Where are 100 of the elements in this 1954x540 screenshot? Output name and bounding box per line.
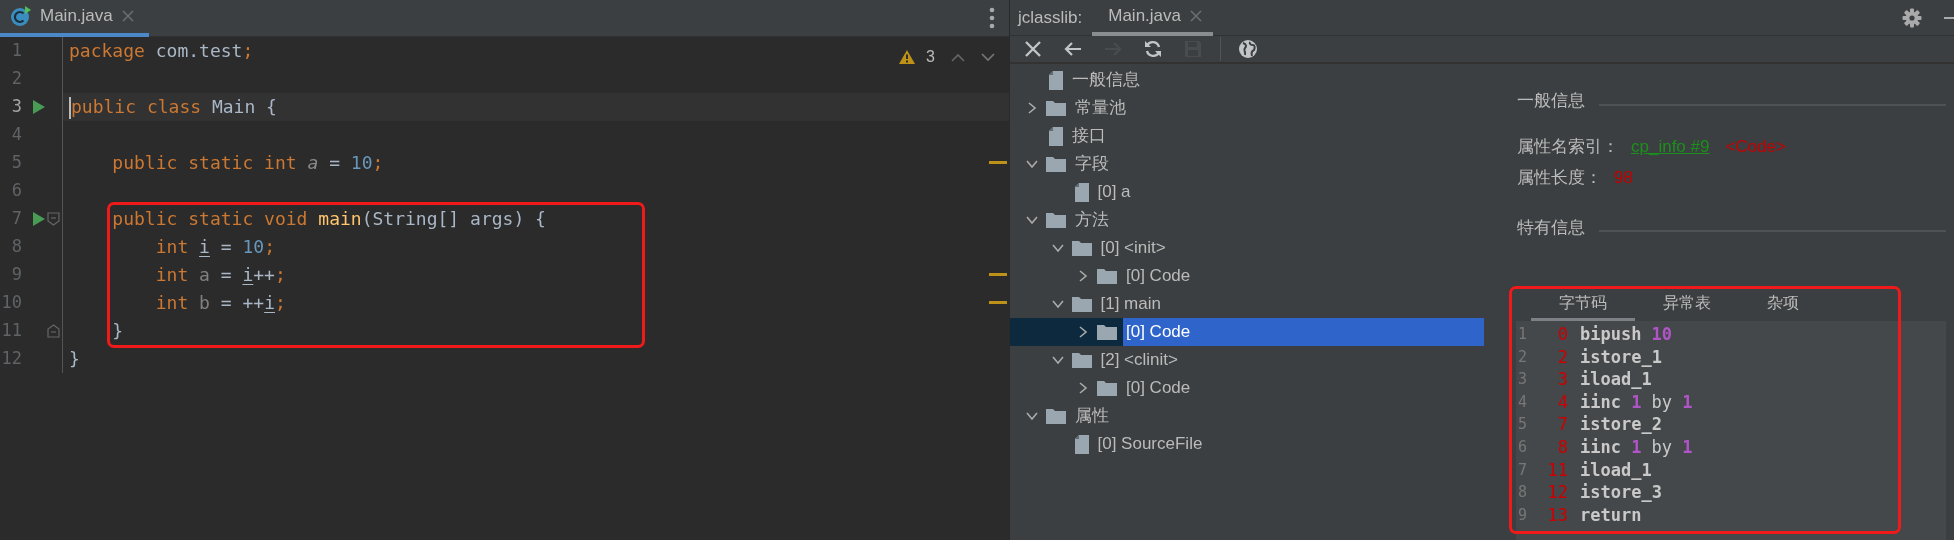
code-token: int bbox=[155, 264, 189, 285]
code-token: ; bbox=[372, 152, 384, 173]
code-token: = bbox=[220, 264, 232, 285]
line-number: 10 bbox=[0, 291, 22, 315]
file-icon bbox=[1049, 126, 1063, 146]
folder-icon bbox=[1046, 100, 1066, 116]
tree-item[interactable]: [0] Code bbox=[1123, 262, 1194, 290]
section-heading: 特有信息 bbox=[1517, 216, 1585, 239]
instruction-operand: by bbox=[1651, 435, 1673, 459]
code-token: static bbox=[188, 152, 254, 173]
code-token: class bbox=[146, 96, 202, 117]
bytecode-offset: 3 bbox=[1556, 368, 1568, 391]
file-icon bbox=[1049, 70, 1063, 90]
code-token: = bbox=[220, 236, 232, 257]
warning-count[interactable]: 3 bbox=[926, 45, 935, 69]
file-icon bbox=[1074, 182, 1089, 202]
line-number: 2 bbox=[10, 67, 22, 91]
code-token: com.test bbox=[155, 40, 243, 61]
tab[interactable]: 异常表 bbox=[1635, 288, 1739, 321]
tree-item[interactable]: [0] <init> bbox=[1097, 234, 1169, 262]
run-icon[interactable] bbox=[32, 211, 46, 227]
code-token: main bbox=[318, 208, 362, 229]
tree-item[interactable]: [1] main bbox=[1097, 290, 1164, 318]
fold-icon[interactable] bbox=[47, 212, 60, 226]
instruction: bipush bbox=[1580, 323, 1642, 346]
code-token: i bbox=[264, 292, 275, 313]
line-number: 12 bbox=[0, 347, 22, 371]
folder-icon bbox=[1046, 156, 1066, 172]
instruction: iinc bbox=[1580, 435, 1621, 459]
bytecode-offset: 0 bbox=[1556, 323, 1568, 346]
class-icon bbox=[10, 5, 32, 27]
instruction: istore_3 bbox=[1580, 481, 1662, 504]
line-number: 11 bbox=[0, 319, 22, 343]
file-tab[interactable]: Main.java bbox=[0, 0, 149, 37]
bytecode-offset: 12 bbox=[1546, 481, 1568, 504]
tree-item[interactable]: [0] a bbox=[1094, 178, 1134, 206]
field-label: 属性名索引： bbox=[1517, 135, 1619, 158]
code-token: 10 bbox=[350, 152, 373, 173]
line-number: 1 bbox=[10, 39, 22, 63]
field-value: 98 bbox=[1614, 167, 1633, 189]
warning-marker[interactable] bbox=[989, 301, 1007, 304]
more-options-icon[interactable] bbox=[989, 7, 995, 29]
instruction: iload_1 bbox=[1580, 368, 1652, 391]
tree-item[interactable]: 常量池 bbox=[1072, 94, 1129, 122]
folder-icon bbox=[1046, 408, 1066, 424]
code-token: int bbox=[155, 236, 189, 257]
instruction-operand: 1 bbox=[1682, 390, 1693, 414]
line-number: 4 bbox=[10, 123, 22, 147]
field-label: 属性长度： bbox=[1517, 167, 1602, 189]
run-icon[interactable] bbox=[32, 99, 46, 115]
warning-marker[interactable] bbox=[989, 161, 1007, 164]
code-token: (String[] bbox=[361, 208, 460, 229]
bytecode-offset: 2 bbox=[1556, 345, 1568, 369]
code-token: i bbox=[242, 264, 254, 285]
code-token: Main bbox=[211, 96, 256, 117]
chevron-up-icon[interactable] bbox=[951, 52, 965, 62]
code-token: void bbox=[264, 208, 308, 229]
code-token: package bbox=[69, 40, 145, 61]
instruction: iinc bbox=[1580, 390, 1621, 414]
folder-icon bbox=[1046, 212, 1066, 228]
code-token: = bbox=[329, 152, 340, 173]
tree-item[interactable]: [2] <clinit> bbox=[1097, 346, 1181, 374]
panel-title: jclasslib: bbox=[1018, 6, 1084, 29]
folder-icon bbox=[1071, 352, 1092, 368]
tree-item[interactable]: 字段 bbox=[1072, 150, 1112, 178]
instruction: return bbox=[1580, 503, 1642, 527]
code-token: b bbox=[199, 292, 210, 313]
tree-item[interactable]: 接口 bbox=[1069, 122, 1109, 150]
instruction-operand: 1 bbox=[1631, 435, 1642, 459]
file-tab[interactable]: Main.java bbox=[1092, 0, 1213, 36]
instruction-operand: by bbox=[1651, 390, 1673, 414]
folder-icon bbox=[1097, 324, 1117, 340]
code-token: } bbox=[112, 320, 124, 341]
refresh-icon bbox=[1143, 39, 1163, 59]
folder-icon bbox=[1097, 268, 1117, 284]
settings-icon[interactable] bbox=[1902, 7, 1922, 28]
code-token: { bbox=[535, 208, 546, 229]
tree-item[interactable]: [0] Code bbox=[1123, 318, 1484, 346]
tab[interactable]: 杂项 bbox=[1739, 288, 1827, 321]
fold-icon[interactable] bbox=[47, 324, 60, 338]
line-number: 8 bbox=[10, 235, 22, 259]
tree-item[interactable]: 方法 bbox=[1072, 206, 1112, 234]
instruction: istore_1 bbox=[1580, 345, 1662, 369]
tree-item[interactable]: [0] SourceFile bbox=[1094, 430, 1206, 458]
code-token: } bbox=[69, 348, 80, 369]
tree-item[interactable]: 属性 bbox=[1072, 402, 1112, 430]
warning-icon[interactable] bbox=[898, 49, 917, 65]
code-token: public bbox=[112, 208, 178, 229]
line-number: 5 bbox=[10, 151, 22, 175]
bytecode-offset: 8 bbox=[1556, 435, 1568, 459]
tree-item[interactable]: 一般信息 bbox=[1069, 66, 1143, 94]
tree-item[interactable]: [0] Code bbox=[1123, 374, 1194, 402]
warning-marker[interactable] bbox=[989, 273, 1007, 276]
close-icon bbox=[1023, 39, 1043, 59]
code-token: ++ bbox=[253, 264, 275, 285]
minimize-icon[interactable] bbox=[1944, 15, 1954, 20]
code-token: static bbox=[188, 208, 254, 229]
chevron-down-icon[interactable] bbox=[981, 52, 995, 62]
code-token: ; bbox=[274, 264, 286, 285]
code-token: args) bbox=[470, 208, 525, 229]
